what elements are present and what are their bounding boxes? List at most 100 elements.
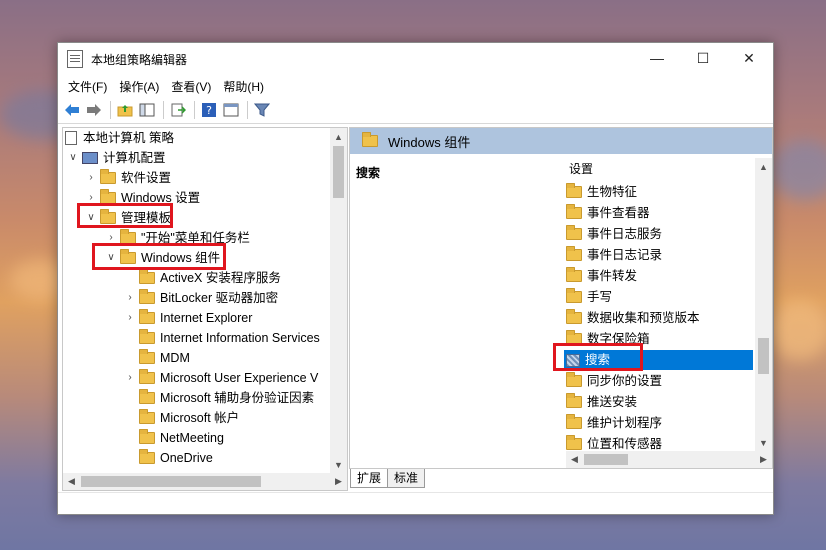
filter-icon[interactable] [252,100,272,120]
column-header-setting[interactable]: 设置 [569,158,593,180]
chevron-right-icon[interactable]: › [85,168,97,188]
folder-icon [100,209,116,224]
details-header: Windows 组件 [350,128,772,154]
gpedit-window: 本地组策略编辑器 — ☐ ✕ 文件(F) 操作(A) 查看(V) 帮助(H) ?… [57,42,774,515]
tree-item[interactable]: NetMeeting [124,428,224,448]
list-item[interactable]: 同步你的设置 [566,371,751,391]
chevron-right-icon[interactable]: › [124,308,136,328]
list-item[interactable]: 事件日志服务 [566,224,751,244]
scroll-down-icon[interactable]: ▼ [330,456,347,473]
chevron-down-icon[interactable]: ∨ [105,248,117,268]
tree-vertical-scrollbar[interactable]: ▲ ▼ [330,128,347,473]
maximize-button[interactable]: ☐ [680,43,726,73]
forward-arrow-icon[interactable] [84,100,104,120]
setting-search-icon [566,353,580,367]
computer-icon [82,152,98,164]
scroll-left-icon[interactable]: ◀ [566,451,583,468]
list-item[interactable]: 事件日志记录 [566,245,751,265]
background-cloud [770,300,826,360]
back-arrow-icon[interactable] [62,100,82,120]
list-item[interactable]: 事件查看器 [566,203,751,223]
list-horizontal-scrollbar[interactable]: ◀ ▶ [566,451,772,468]
list-item[interactable]: 事件转发 [566,266,751,286]
folder-icon [362,132,378,147]
window-title: 本地组策略编辑器 [91,52,188,67]
tree-item[interactable]: › Microsoft User Experience V [124,368,318,388]
chevron-right-icon[interactable]: › [124,368,136,388]
tree-item[interactable]: ActiveX 安装程序服务 [124,268,281,288]
folder-icon [120,249,136,264]
menu-file[interactable]: 文件(F) [62,78,113,95]
folder-icon [139,329,155,344]
tree-item-windows-components[interactable]: ∨ Windows 组件 [105,248,220,268]
tree-item-start-menu-taskbar[interactable]: › "开始"菜单和任务栏 [105,228,250,248]
tree-item[interactable]: Microsoft 帐户 [124,408,239,428]
svg-text:?: ? [206,104,212,117]
tree-item[interactable]: MDM [124,348,190,368]
scroll-thumb[interactable] [81,476,261,487]
list-item[interactable]: 生物特征 [566,182,751,202]
background-cloud [770,140,826,200]
tab-standard[interactable]: 标准 [387,469,426,488]
scroll-right-icon[interactable]: ▶ [330,473,347,490]
tree-item-computer-config[interactable]: ∨ 计算机配置 [67,148,165,168]
chevron-down-icon[interactable]: ∨ [85,208,97,228]
scroll-down-icon[interactable]: ▼ [755,434,772,451]
tab-extended[interactable]: 扩展 [350,469,389,488]
export-list-icon[interactable] [168,100,188,120]
tree-horizontal-scrollbar[interactable]: ◀ ▶ [63,473,347,490]
details-pane: Windows 组件 搜索 设置 生物特征 事件查看器 事件日志服务 事件日志记… [349,127,773,469]
tree-item-software-settings[interactable]: › 软件设置 [85,168,171,188]
folder-icon [120,229,136,244]
tree-item[interactable]: Internet Information Services [124,328,320,348]
show-hide-tree-icon[interactable] [137,100,157,120]
scroll-up-icon[interactable]: ▲ [755,158,772,175]
folder-icon [139,349,155,364]
folder-icon [100,169,116,184]
status-bar [58,492,773,514]
folder-icon [566,309,582,324]
menu-action[interactable]: 操作(A) [113,78,165,95]
properties-icon[interactable] [221,100,241,120]
tree-item[interactable]: › BitLocker 驱动器加密 [124,288,278,308]
menu-help[interactable]: 帮助(H) [217,78,270,95]
tree-item[interactable]: Microsoft 辅助身份验证因素 [124,388,314,408]
chevron-right-icon[interactable]: › [85,188,97,208]
folder-icon [566,393,582,408]
folder-up-icon[interactable] [115,100,135,120]
toolbar: ? [58,97,773,124]
scroll-right-icon[interactable]: ▶ [755,451,772,468]
settings-list: 设置 生物特征 事件查看器 事件日志服务 事件日志记录 事件转发 手写 数据收集… [564,158,772,468]
list-item-selected[interactable]: 搜索 [564,350,753,370]
list-item[interactable]: 手写 [566,287,751,307]
help-icon[interactable]: ? [199,100,219,120]
folder-icon [139,389,155,404]
title-bar: 本地组策略编辑器 — ☐ ✕ [58,43,773,75]
list-vertical-scrollbar[interactable]: ▲ ▼ [755,158,772,451]
menu-view[interactable]: 查看(V) [165,78,217,95]
folder-icon [566,414,582,429]
folder-icon [566,204,582,219]
tree-item-local-policy[interactable]: 本地计算机 策略 [65,128,174,148]
tree-item[interactable]: OneDrive [124,448,213,468]
chevron-right-icon[interactable]: › [105,228,117,248]
minimize-button[interactable]: — [634,43,680,73]
list-item[interactable]: 数据收集和预览版本 [566,308,751,328]
close-button[interactable]: ✕ [726,43,772,73]
tree-item[interactable]: › Internet Explorer [124,308,252,328]
folder-icon [566,372,582,387]
list-item[interactable]: 维护计划程序 [566,413,751,433]
scroll-up-icon[interactable]: ▲ [330,128,347,145]
scroll-thumb[interactable] [584,454,628,465]
list-item[interactable]: 数字保险箱 [566,329,751,349]
chevron-right-icon[interactable]: › [124,288,136,308]
chevron-down-icon[interactable]: ∨ [67,148,79,168]
scroll-left-icon[interactable]: ◀ [63,473,80,490]
scroll-thumb[interactable] [333,146,344,198]
scroll-thumb[interactable] [758,338,769,374]
list-item[interactable]: 推送安装 [566,392,751,412]
folder-icon [139,369,155,384]
folder-icon [566,225,582,240]
tree-item-windows-settings[interactable]: › Windows 设置 [85,188,200,208]
tree-item-admin-templates[interactable]: ∨ 管理模板 [85,208,171,228]
